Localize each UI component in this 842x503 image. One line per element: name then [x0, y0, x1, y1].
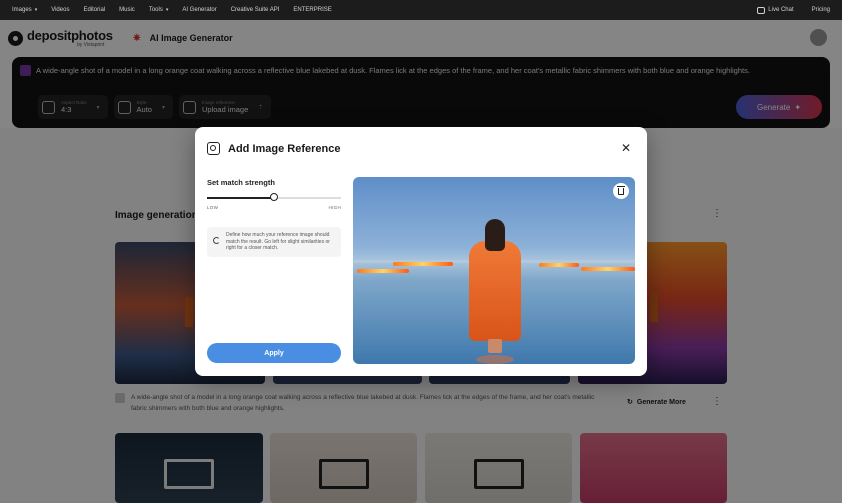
trash-icon	[617, 185, 625, 195]
reference-image	[353, 177, 635, 364]
close-icon[interactable]: ✕	[621, 142, 631, 154]
image-reference-modal: Add Image Reference ✕ Set match strength…	[195, 127, 647, 376]
slider-handle[interactable]	[270, 193, 278, 201]
nav-images[interactable]: Images ▾	[12, 7, 37, 13]
top-nav: Images ▾ Videos Editorial Music Tools ▾ AI…	[0, 0, 842, 20]
nav-enterprise-label: ENTERPRISE	[293, 7, 332, 13]
reflection-shape	[476, 355, 514, 364]
nav-editorial[interactable]: Editorial	[83, 7, 105, 13]
flame-shape	[539, 263, 579, 267]
coat-shape	[469, 241, 521, 341]
nav-music[interactable]: Music	[119, 7, 135, 13]
legs-shape	[488, 339, 502, 353]
nav-creative-suite-api[interactable]: Creative Suite API	[231, 7, 280, 13]
chevron-down-icon: ▾	[165, 7, 169, 13]
nav-music-label: Music	[119, 7, 135, 13]
nav-tools-label: Tools	[148, 7, 163, 13]
hint-text: Define how much your reference image sho…	[226, 232, 330, 252]
refresh-icon	[213, 237, 220, 244]
delete-image-button[interactable]	[613, 183, 629, 199]
nav-enterprise[interactable]: ENTERPRISE	[293, 7, 331, 13]
hint-box: Define how much your reference image sho…	[207, 227, 341, 257]
model-figure	[469, 219, 521, 354]
nav-editorial-label: Editorial	[83, 7, 106, 13]
slider-high-label: HIGH	[328, 205, 341, 210]
flame-shape	[581, 267, 635, 271]
slider-low-label: LOW	[207, 205, 219, 210]
strength-title: Set match strength	[207, 178, 275, 187]
nav-images-label: Images	[12, 7, 32, 13]
hair-shape	[485, 219, 505, 251]
flame-shape	[357, 269, 409, 273]
modal-header: Add Image Reference	[207, 142, 340, 155]
match-strength-slider[interactable]	[207, 193, 341, 201]
image-reference-icon	[207, 142, 220, 155]
modal-title: Add Image Reference	[228, 142, 341, 155]
apply-button[interactable]: Apply	[207, 343, 341, 363]
live-chat-label: Live Chat	[768, 7, 794, 13]
nav-videos-label: Videos	[51, 7, 70, 13]
flame-shape	[393, 262, 453, 266]
nav-ai-generator[interactable]: AI Generator	[182, 7, 216, 13]
nav-ai-generator-label: AI Generator	[182, 7, 217, 13]
nav-creative-suite-api-label: Creative Suite API	[230, 7, 280, 13]
nav-videos[interactable]: Videos	[51, 7, 69, 13]
slider-fill	[207, 197, 274, 199]
chat-icon	[757, 6, 766, 14]
nav-tools[interactable]: Tools ▾	[149, 7, 169, 13]
live-chat-link[interactable]: Live Chat	[757, 6, 794, 14]
slider-labels: LOW HIGH	[207, 205, 341, 210]
chevron-down-icon: ▾	[34, 7, 38, 13]
pricing-link[interactable]: Pricing	[812, 7, 830, 13]
